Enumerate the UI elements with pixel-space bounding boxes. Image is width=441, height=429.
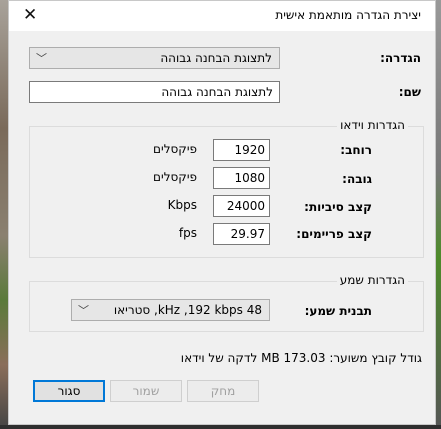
bitrate-label: קצב סיביות: xyxy=(304,200,372,214)
background-bottom xyxy=(0,425,441,429)
bitrate-field[interactable]: 24000 xyxy=(213,195,270,217)
close-icon[interactable]: ✕ xyxy=(23,5,37,25)
width-unit: פיקסלים xyxy=(153,142,197,156)
height-field[interactable]: 1080 xyxy=(213,167,270,189)
bitrate-unit: Kbps xyxy=(167,198,197,212)
estimated-file-size: גודל קובץ משוער: 173.03 MB לדקה של וידאו xyxy=(180,351,422,365)
close-button[interactable]: סגור xyxy=(33,380,105,402)
name-value: לתצוגת הבחנה גבוהה xyxy=(161,85,273,99)
audio-settings-title: הגדרות שמע xyxy=(336,273,408,287)
setting-value: לתצוגת הבחנה גבוהה xyxy=(160,51,272,65)
framerate-unit: fps xyxy=(178,226,197,240)
video-settings-title: הגדרות וידאו xyxy=(337,118,408,132)
height-label: גובה: xyxy=(342,172,372,186)
framerate-label: קצב פריימים: xyxy=(296,227,372,241)
chevron-down-icon: ﹀ xyxy=(36,52,47,65)
custom-setting-dialog: ✕ יצירת הגדרה מותאמת אישית הגדרה: ﹀ לתצו… xyxy=(8,0,436,425)
width-label: רוחב: xyxy=(340,143,372,157)
framerate-field[interactable]: 29.97 xyxy=(213,223,270,245)
audio-format-label: תבנית שמע: xyxy=(304,304,372,318)
save-button[interactable]: שמור xyxy=(110,380,182,402)
name-label: שם: xyxy=(398,85,421,99)
audio-format-value: 48 kHz ,192 kbps, סטריאו xyxy=(113,303,262,317)
chevron-down-icon: ﹀ xyxy=(78,304,89,317)
dialog-title: יצירת הגדרה מותאמת אישית xyxy=(275,8,421,22)
width-field[interactable]: 1920 xyxy=(213,139,270,161)
height-unit: פיקסלים xyxy=(153,170,197,184)
name-field[interactable]: לתצוגת הבחנה גבוהה xyxy=(29,81,280,103)
setting-label: הגדרה: xyxy=(380,51,421,65)
setting-dropdown[interactable]: ﹀ לתצוגת הבחנה גבוהה xyxy=(29,47,280,69)
audio-format-dropdown[interactable]: ﹀ 48 kHz ,192 kbps, סטריאו xyxy=(71,299,270,321)
title-bar: ✕ יצירת הגדרה מותאמת אישית xyxy=(9,1,435,31)
delete-button[interactable]: מחק xyxy=(187,380,259,402)
